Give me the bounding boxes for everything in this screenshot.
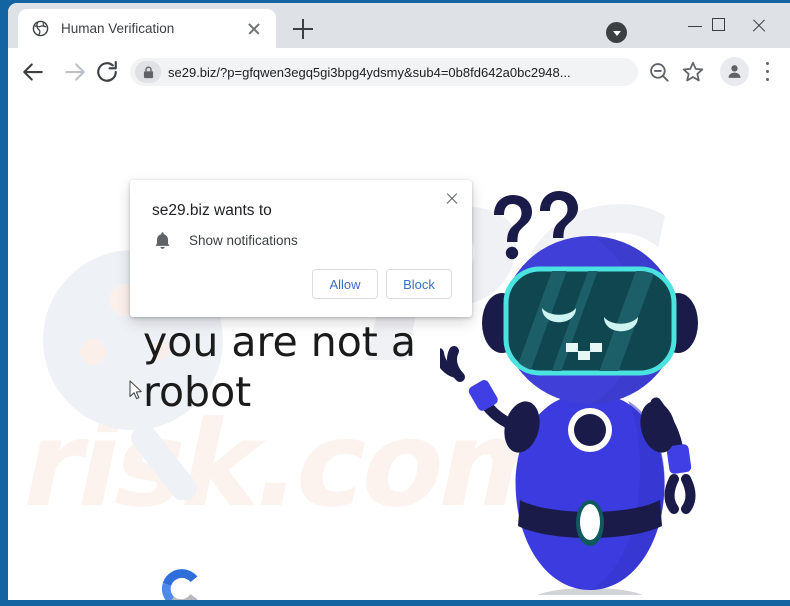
new-tab-button[interactable] (291, 17, 315, 41)
dialog-title: se29.biz wants to (152, 202, 272, 219)
bell-icon (155, 232, 170, 249)
allow-button[interactable]: Allow (312, 269, 378, 299)
arrow-cursor (129, 380, 142, 400)
dialog-close-icon[interactable] (442, 189, 462, 209)
menu-dot-1 (766, 62, 770, 66)
menu-dot-2 (766, 70, 770, 74)
block-button[interactable]: Block (386, 269, 452, 299)
url-text: se29.biz/?p=gfqwen3egq5gi3bpg4ydsmy&sub4… (168, 64, 571, 80)
person-icon (728, 65, 741, 78)
chevron-down-glyph (612, 30, 621, 36)
window-close-button[interactable] (746, 7, 790, 43)
robot-illustration (440, 191, 698, 595)
browser-window: Human Verification se29.biz/?p=gfqwen3eg… (8, 3, 790, 600)
chevron-down-circle-icon[interactable] (606, 22, 627, 43)
bookmark-star-icon[interactable] (680, 59, 706, 85)
chrome-menu-button[interactable] (758, 60, 778, 84)
back-button[interactable] (18, 57, 48, 87)
globe-icon (32, 20, 49, 37)
captcha-c-icon (161, 569, 198, 600)
tab-close-icon[interactable] (245, 20, 263, 38)
browser-tab[interactable]: Human Verification (18, 9, 276, 48)
browser-toolbar: se29.biz/?p=gfqwen3egq5gi3bpg4ydsmy&sub4… (8, 48, 790, 95)
permission-label: Show notifications (189, 233, 298, 248)
maximize-glyph (712, 18, 725, 31)
browser-window-frame: Human Verification se29.biz/?p=gfqwen3eg… (0, 0, 790, 606)
lock-icon (143, 66, 153, 78)
menu-dot-3 (766, 78, 770, 82)
zoom-out-icon[interactable] (646, 59, 672, 85)
notification-permission-dialog: se29.biz wants to Show notifications All… (130, 180, 472, 317)
profile-avatar[interactable] (720, 57, 749, 86)
address-bar[interactable]: se29.biz/?p=gfqwen3egq5gi3bpg4ydsmy&sub4… (130, 58, 638, 86)
window-maximize-button[interactable] (700, 7, 746, 43)
reload-button[interactable] (92, 57, 122, 87)
tab-title: Human Verification (61, 21, 175, 36)
site-info-button[interactable] (135, 61, 161, 83)
captcha-logo: E-CAPTCHA (152, 567, 208, 600)
robot-belt-gem (580, 504, 600, 540)
forward-button[interactable] (60, 57, 90, 87)
tab-strip: Human Verification (8, 3, 790, 48)
page-viewport: PC risk.com Click Allow if you are not a… (8, 95, 790, 600)
permission-row: Show notifications (152, 230, 298, 251)
